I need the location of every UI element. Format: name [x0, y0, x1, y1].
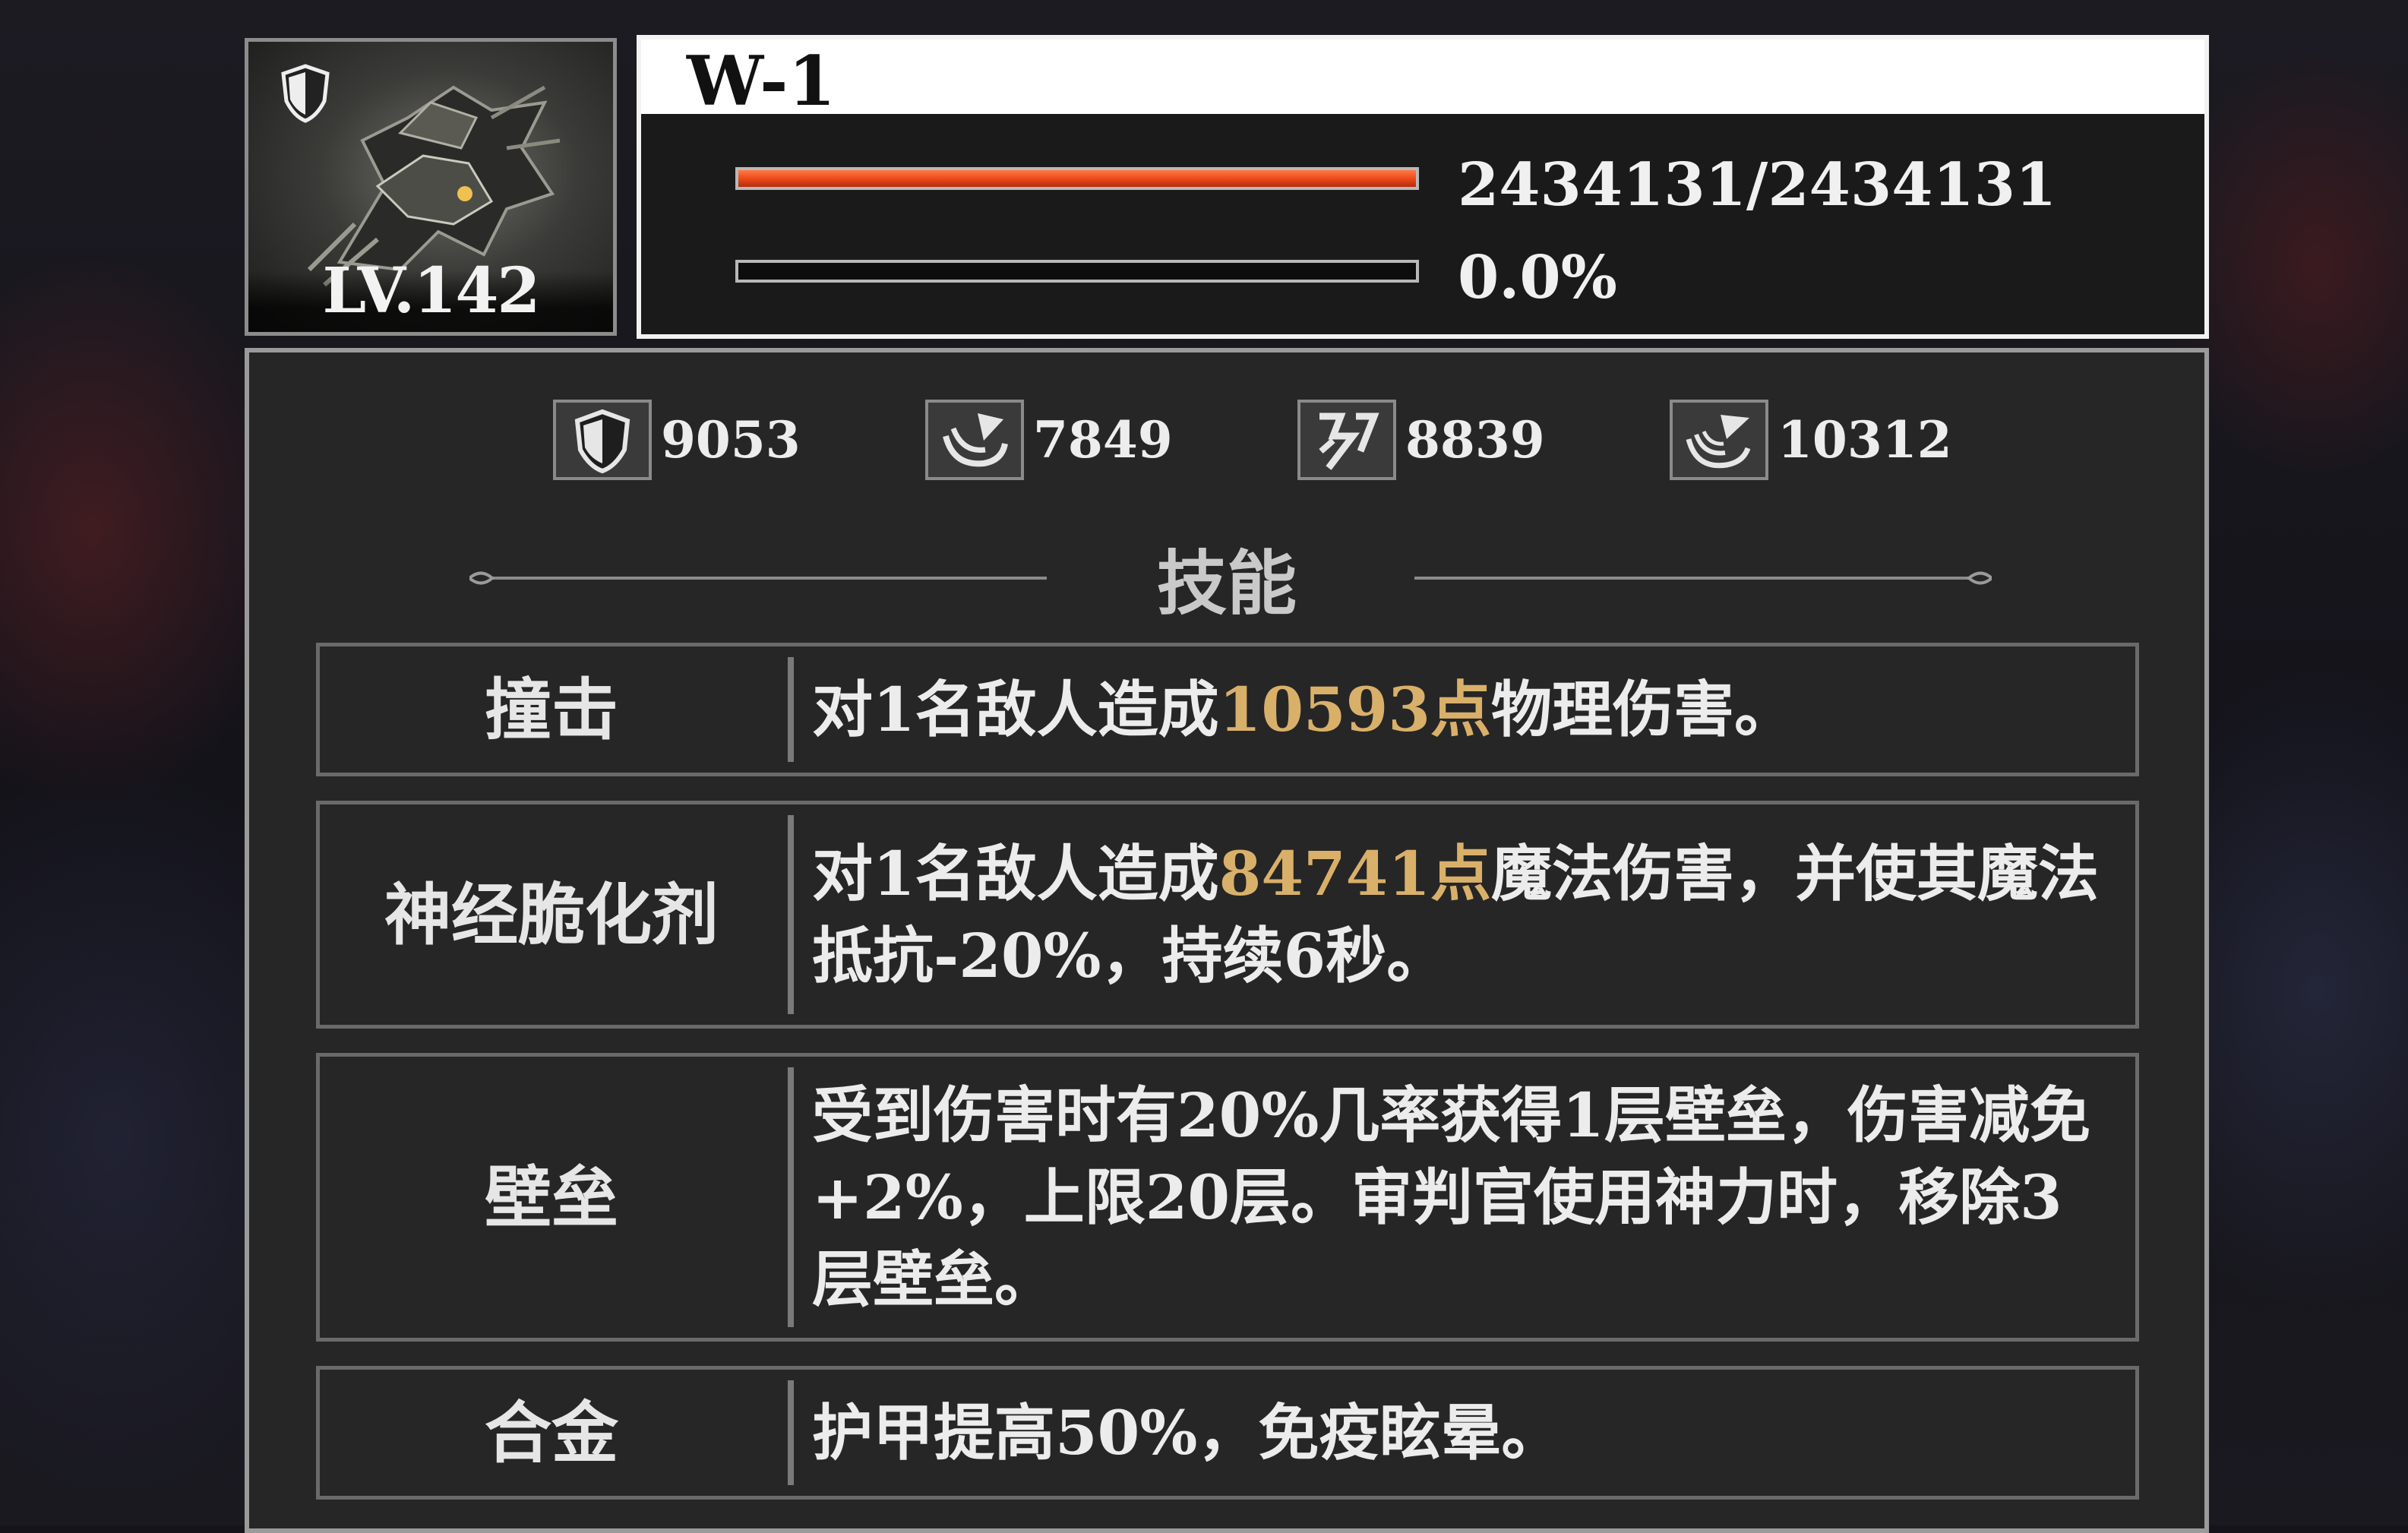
stat-value: 8839 — [1405, 410, 1545, 469]
stat-slash-resist: 8839 — [1297, 398, 1545, 482]
boss-portrait: LV.142 — [245, 38, 617, 336]
hp-text: 2434131/2434131 — [1458, 150, 2057, 220]
skill-name: 壁垒 — [484, 1158, 618, 1237]
spirit-resist-icon — [1670, 400, 1768, 480]
stat-spirit-resist: 10312 — [1670, 398, 1952, 482]
boss-name: W-1 — [687, 41, 836, 122]
armor-shield-icon — [553, 400, 652, 480]
slash-resist-icon — [1297, 400, 1396, 480]
hp-bar — [735, 167, 1419, 190]
skill-row[interactable]: 壁垒 受到伤害时有20%几率获得1层壁垒，伤害减免+2%，上限20层。审判官使用… — [316, 1053, 2139, 1342]
boss-info-box: W-1 2434131/2434131 0.0% — [637, 35, 2209, 339]
skill-description: 受到伤害时有20%几率获得1层壁垒，伤害减免+2%，上限20层。审判官使用神力时… — [812, 1079, 2091, 1315]
skill-description: 对1名敌人造成10593点物理伤害。 — [812, 674, 1795, 745]
stat-value: 7849 — [1033, 410, 1173, 469]
stat-value: 10312 — [1778, 410, 1952, 469]
skill-row[interactable]: 神经脆化剂 对1名敌人造成84741点魔法伤害，并使其魔法抵抗-20%，持续6秒… — [316, 801, 2139, 1029]
skill-row[interactable]: 合金 护甲提高50%，免疫眩晕。 — [316, 1366, 2139, 1500]
skill-name: 合金 — [484, 1393, 618, 1472]
skill-separator — [788, 1380, 794, 1485]
skill-separator — [788, 1067, 794, 1327]
boss-name-bar: W-1 — [641, 40, 2204, 122]
skill-name: 撞击 — [484, 670, 618, 749]
skill-description: 对1名敌人造成84741点魔法伤害，并使其魔法抵抗-20%，持续6秒。 — [812, 838, 2099, 991]
boss-level: LV.142 — [322, 254, 541, 327]
secondary-bar — [735, 260, 1419, 283]
skill-separator — [788, 815, 794, 1014]
section-divider-right — [1414, 571, 1992, 585]
skills-panel: 9053 7849 8839 10312 技能 撞击 对1名敌人造成10593点… — [245, 348, 2209, 1533]
damage-value: 10593点 — [1218, 674, 1491, 745]
skill-description: 护甲提高50%，免疫眩晕。 — [812, 1397, 1563, 1468]
skill-name: 神经脆化剂 — [384, 875, 719, 954]
stat-value: 9053 — [661, 410, 801, 469]
skill-separator — [788, 657, 794, 762]
hp-bar-fill — [738, 170, 1416, 187]
stat-magic-resist: 7849 — [925, 398, 1173, 482]
damage-value: 84741点 — [1218, 838, 1491, 909]
stat-armor: 9053 — [553, 398, 801, 482]
magic-resist-icon — [925, 400, 1024, 480]
boss-type-shield-icon — [281, 64, 330, 123]
skill-row[interactable]: 撞击 对1名敌人造成10593点物理伤害。 — [316, 643, 2139, 776]
secondary-percent: 0.0% — [1458, 243, 1617, 312]
